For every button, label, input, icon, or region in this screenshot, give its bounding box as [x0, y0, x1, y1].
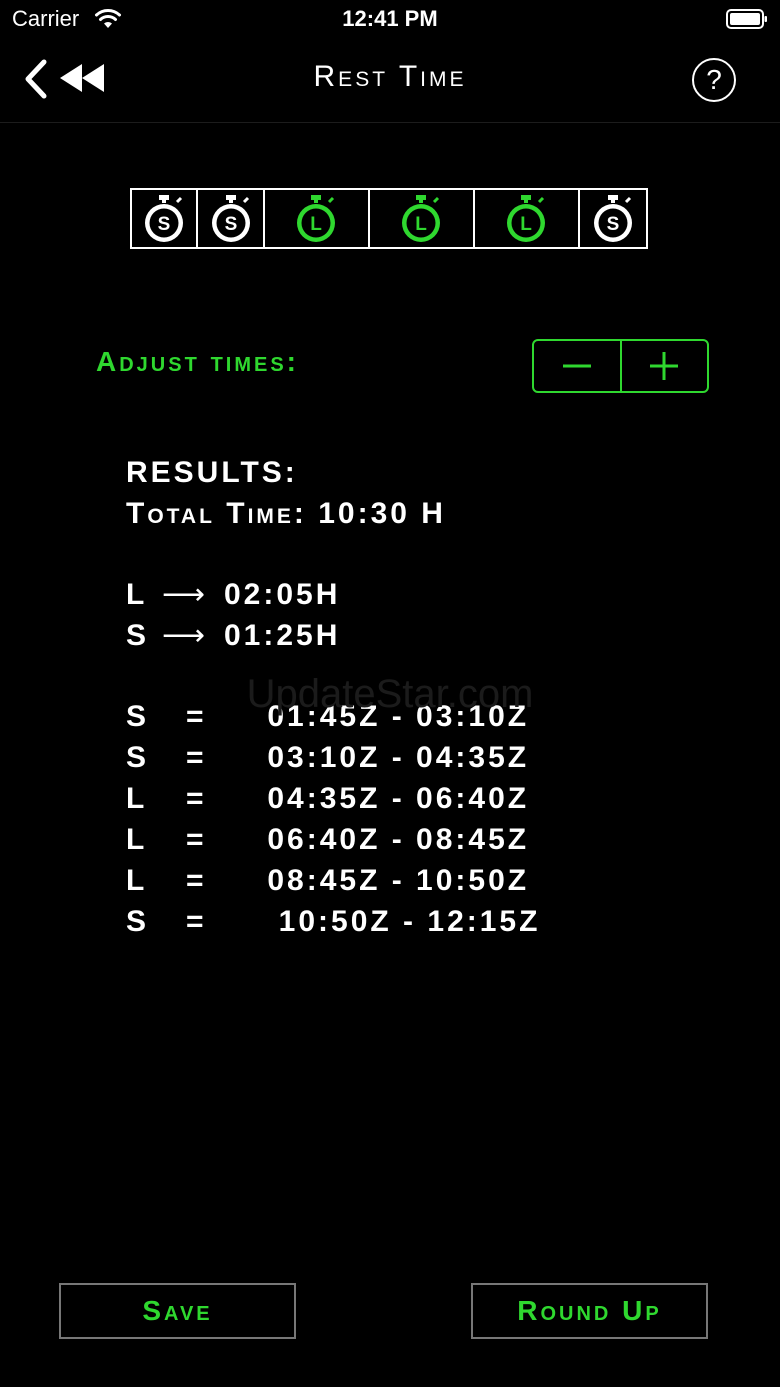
short-duration-row: S ⟶ 01:25H [126, 615, 540, 656]
segment-label: L [415, 214, 427, 235]
arrow-right-icon: ⟶ [162, 619, 209, 652]
segment-s: S [132, 190, 199, 247]
results-heading: RESULTS: [126, 456, 298, 489]
slot-list: S = 01:45Z - 03:10Z S = 03:10Z - 04:35Z L = 0… [126, 696, 540, 942]
segment-label: L [310, 214, 322, 235]
stopwatch-icon: L [402, 194, 441, 242]
segment-l: L [265, 190, 370, 247]
segment-l: L [475, 190, 580, 247]
segment-s: S [198, 190, 265, 247]
adjust-times-label: Adjust times: [96, 346, 300, 377]
arrow-right-icon: ⟶ [162, 578, 209, 611]
total-time: Total Time: 10:30 H [126, 497, 446, 530]
slot-row: L = 08:45Z - 10:50Z [126, 860, 540, 901]
slot-equals: = [186, 864, 207, 897]
slot-row: L = 04:35Z - 06:40Z [126, 778, 540, 819]
segment-label: S [607, 214, 620, 235]
long-label: L [126, 578, 148, 611]
short-duration: 01:25H [224, 619, 341, 652]
slot-type: L [126, 782, 148, 815]
slot-equals: = [186, 905, 207, 938]
segment-label: S [158, 214, 171, 235]
battery-icon [726, 9, 767, 29]
stopwatch-icon: S [211, 194, 250, 242]
decrease-button[interactable] [534, 341, 622, 391]
question-circle-icon: ? [706, 64, 722, 95]
save-button[interactable]: Save [59, 1283, 296, 1339]
slot-row: L = 06:40Z - 08:45Z [126, 819, 540, 860]
segment-label: L [520, 214, 532, 235]
segment-s: S [580, 190, 646, 247]
status-bar: Carrier 12:41 PM [0, 0, 780, 40]
plus-icon [650, 352, 679, 380]
segment-l: L [370, 190, 475, 247]
long-duration-row: L ⟶ 02:05H [126, 574, 540, 615]
long-duration: 02:05H [224, 578, 341, 611]
help-button[interactable]: ? [692, 58, 736, 102]
adjust-times-stepper [532, 339, 709, 393]
slot-equals: = [186, 741, 207, 774]
slot-range: 10:50Z - 12:15Z [256, 905, 541, 938]
slot-type: L [126, 823, 148, 856]
stopwatch-icon: S [145, 194, 184, 242]
slot-range: 06:40Z - 08:45Z [256, 823, 530, 856]
slot-equals: = [186, 823, 207, 856]
slot-row: S = 10:50Z - 12:15Z [126, 901, 540, 942]
segment-label: S [224, 214, 237, 235]
increase-button[interactable] [622, 341, 708, 391]
minus-icon [562, 364, 591, 368]
stopwatch-icon: L [507, 194, 546, 242]
slot-range: 08:45Z - 10:50Z [256, 864, 530, 897]
stopwatch-icon: S [593, 194, 632, 242]
nav-bar: Rest Time ? [0, 40, 780, 123]
round-up-button[interactable]: Round Up [471, 1283, 708, 1339]
short-label: S [126, 619, 150, 652]
slot-row: S = 03:10Z - 04:35Z [126, 737, 540, 778]
slot-equals: = [186, 782, 207, 815]
slot-type: L [126, 864, 148, 897]
slot-type: S [126, 741, 150, 774]
page-title: Rest Time [313, 60, 467, 93]
slot-type: S [126, 905, 150, 938]
watermark: UpdateStar.com [246, 672, 534, 716]
slot-range: 04:35Z - 06:40Z [256, 782, 530, 815]
stopwatch-icon: L [297, 194, 336, 242]
slot-range: 03:10Z - 04:35Z [256, 741, 530, 774]
rest-segment-strip: SSLLLS [130, 188, 648, 249]
status-time: 12:41 PM [342, 6, 438, 31]
